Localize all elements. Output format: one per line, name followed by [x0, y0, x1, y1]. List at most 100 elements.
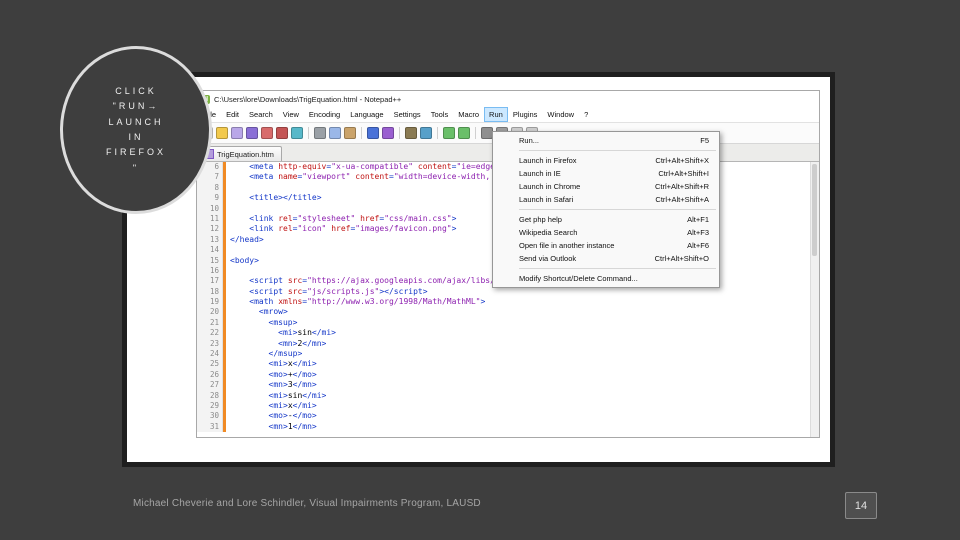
menu-item-shortcut: Ctrl+Alt+Shift+R [655, 182, 709, 191]
menu-item-shortcut: Ctrl+Alt+Shift+O [654, 254, 709, 263]
menu-tools[interactable]: Tools [426, 107, 454, 122]
run-menu-item-send-via-outlook[interactable]: Send via Outlook Ctrl+Alt+Shift+O [493, 252, 719, 265]
code-text: <math xmlns="http://www.w3.org/1998/Math… [249, 297, 486, 307]
line-number: 28 [197, 390, 223, 401]
code-text: <mi>sin</mi> [268, 390, 327, 400]
toolbar-separator [399, 127, 400, 139]
line-number: 18 [197, 286, 223, 298]
code-line: 30 <mo>-</mo> [197, 411, 819, 422]
undo-icon[interactable] [367, 127, 379, 139]
circle-callout-text: CLICK "RUN→ LAUNCH IN FIREFOX " [105, 86, 166, 173]
code-text: </msup> [268, 349, 303, 359]
menu-separator [519, 268, 716, 269]
run-menu-item-wikipedia-search[interactable]: Wikipedia Search Alt+F3 [493, 226, 719, 239]
tab-trigequation[interactable]: TrigEquation.htm [199, 146, 282, 161]
redo-icon[interactable] [382, 127, 394, 139]
zoom-out-icon[interactable] [458, 127, 470, 139]
toolbar-separator [308, 127, 309, 139]
menu-window[interactable]: Window [542, 107, 579, 122]
menu-item-label: Launch in IE [519, 169, 561, 178]
menu-item-shortcut: Alt+F6 [687, 241, 709, 250]
menu-language[interactable]: Language [345, 107, 388, 122]
menu-item-shortcut: F5 [700, 136, 709, 145]
menu-item-shortcut: Ctrl+Alt+Shift+I [658, 169, 709, 178]
toolbar-separator [361, 127, 362, 139]
titlebar[interactable]: N C:\Users\lore\Downloads\TrigEquation.h… [197, 91, 819, 107]
code-line: 29 <mi>x</mi> [197, 400, 819, 412]
close-icon[interactable] [261, 127, 273, 139]
footer-credit: Michael Cheverie and Lore Schindler, Vis… [133, 498, 481, 509]
code-text: <mo>+</mo> [268, 369, 317, 379]
code-text: <mi>x</mi> [268, 359, 317, 369]
run-menu-item-launch-in-safari[interactable]: Launch in Safari Ctrl+Alt+Shift+A [493, 193, 719, 206]
code-line: 25 <mi>x</mi> [197, 359, 819, 370]
slide: CLICK "RUN→ LAUNCH IN FIREFOX " N C:\Use… [0, 0, 960, 540]
code-text: <mrow> [258, 307, 288, 317]
line-number: 15 [197, 255, 223, 266]
line-number: 14 [197, 245, 223, 256]
menu-edit[interactable]: Edit [221, 107, 244, 122]
menu-plugins[interactable]: Plugins [508, 107, 543, 122]
cut-icon[interactable] [314, 127, 326, 139]
line-number: 9 [197, 193, 223, 204]
paste-icon[interactable] [344, 127, 356, 139]
run-menu-item-modify-shortcut-delete-command[interactable]: Modify Shortcut/Delete Command... [493, 272, 719, 285]
run-menu-item-launch-in-firefox[interactable]: Launch in Firefox Ctrl+Alt+Shift+X [493, 154, 719, 167]
scrollbar-thumb[interactable] [812, 164, 817, 256]
code-text: <script src="js/scripts.js"></script> [249, 286, 428, 296]
code-line: 27 <mn>3</mn> [197, 380, 819, 391]
copy-icon[interactable] [329, 127, 341, 139]
find-icon[interactable] [405, 127, 417, 139]
zoom-in-icon[interactable] [443, 127, 455, 139]
screenshot-frame: N C:\Users\lore\Downloads\TrigEquation.h… [122, 72, 835, 467]
close-all-icon[interactable] [276, 127, 288, 139]
code-line: 20 <mrow> [197, 307, 819, 318]
code-text: <mn>3</mn> [268, 380, 317, 390]
menu-macro[interactable]: Macro [453, 107, 484, 122]
code-line: 23 <mn>2</mn> [197, 338, 819, 350]
toolbar-separator [475, 127, 476, 139]
line-number: 21 [197, 317, 223, 329]
code-line: 18 <script src="js/scripts.js"></script> [197, 286, 819, 298]
run-menu-item-get-php-help[interactable]: Get php help Alt+F1 [493, 213, 719, 226]
line-number: 24 [197, 349, 223, 360]
replace-icon[interactable] [420, 127, 432, 139]
run-menu-item-launch-in-chrome[interactable]: Launch in Chrome Ctrl+Alt+Shift+R [493, 180, 719, 193]
menu-item-label: Launch in Firefox [519, 156, 577, 165]
circle-callout: CLICK "RUN→ LAUNCH IN FIREFOX " [60, 46, 212, 214]
menu-separator [519, 150, 716, 151]
menu-item-label: Open file in another instance [519, 241, 615, 250]
menu-view[interactable]: View [278, 107, 304, 122]
line-number: 8 [197, 182, 223, 194]
save-all-icon[interactable] [246, 127, 258, 139]
menu-run[interactable]: Run [484, 107, 508, 122]
line-number: 25 [197, 359, 223, 370]
menu-search[interactable]: Search [244, 107, 278, 122]
run-menu: Run... F5 Launch in Firefox Ctrl+Alt+Shift+… [492, 131, 720, 288]
print-icon[interactable] [291, 127, 303, 139]
code-line: 24 </msup> [197, 349, 819, 360]
line-number: 27 [197, 380, 223, 391]
run-menu-item-run[interactable]: Run... F5 [493, 134, 719, 147]
line-number: 31 [197, 421, 223, 433]
line-number: 7 [197, 172, 223, 183]
open-folder-icon[interactable] [216, 127, 228, 139]
code-text: <mi>sin</mi> [278, 328, 336, 338]
menu-settings[interactable]: Settings [389, 107, 426, 122]
menu-encoding[interactable]: Encoding [304, 107, 345, 122]
menu-item-label: Get php help [519, 215, 562, 224]
menu-[interactable]: ? [579, 107, 593, 122]
line-number: 30 [197, 411, 223, 422]
code-line: 26 <mo>+</mo> [197, 369, 819, 381]
vertical-scrollbar[interactable] [810, 162, 819, 437]
code-line: 28 <mi>sin</mi> [197, 390, 819, 401]
run-menu-item-launch-in-ie[interactable]: Launch in IE Ctrl+Alt+Shift+I [493, 167, 719, 180]
menu-item-label: Launch in Safari [519, 195, 574, 204]
menu-item-label: Launch in Chrome [519, 182, 581, 191]
menu-item-shortcut: Alt+F1 [687, 215, 709, 224]
menu-separator [519, 209, 716, 210]
tab-label: TrigEquation.htm [217, 149, 274, 159]
run-menu-item-open-file-in-another-instance[interactable]: Open file in another instance Alt+F6 [493, 239, 719, 252]
save-icon[interactable] [231, 127, 243, 139]
toolbar-separator [437, 127, 438, 139]
